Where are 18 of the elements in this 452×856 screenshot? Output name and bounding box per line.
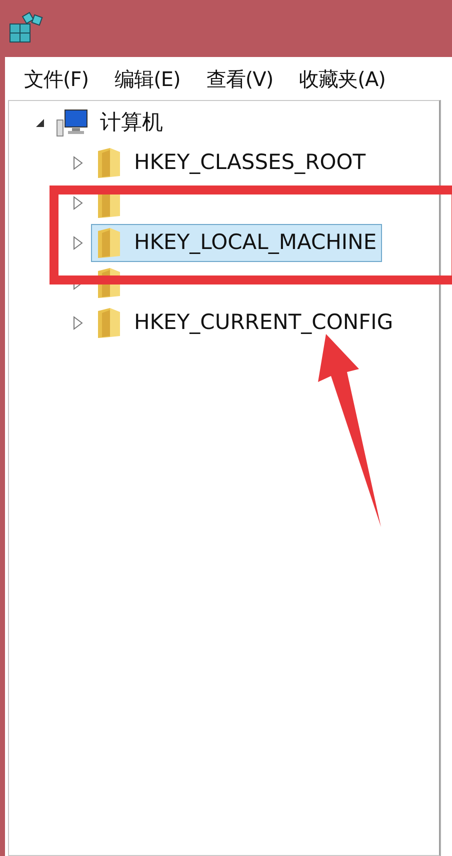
tree-item[interactable]: 计算机 xyxy=(89,104,168,142)
expand-arrow-icon[interactable] xyxy=(71,196,85,210)
tree-item[interactable]: HKEY_CLASSES_ROOT xyxy=(91,144,371,182)
menu-item[interactable]: 编辑(E) xyxy=(106,64,190,94)
folder-icon xyxy=(96,267,122,299)
expand-arrow-icon[interactable] xyxy=(71,236,85,250)
folder-icon xyxy=(96,147,122,179)
menu-item[interactable]: 查看(V) xyxy=(197,64,282,94)
expand-arrow-icon[interactable] xyxy=(71,316,85,330)
tree-item[interactable]: HKEY_LOCAL_MACHINE xyxy=(91,224,382,262)
tree-item[interactable]: HKEY_CURRENT_CONFIG xyxy=(91,304,398,342)
folder-icon xyxy=(96,307,122,339)
menu-item[interactable]: 文件(F) xyxy=(15,64,98,94)
menu-item[interactable]: 收藏夹(A) xyxy=(290,64,394,94)
computer-icon xyxy=(55,108,89,138)
folder-icon xyxy=(96,227,122,259)
expand-arrow-icon[interactable] xyxy=(71,156,85,170)
registry-icon xyxy=(8,10,44,44)
